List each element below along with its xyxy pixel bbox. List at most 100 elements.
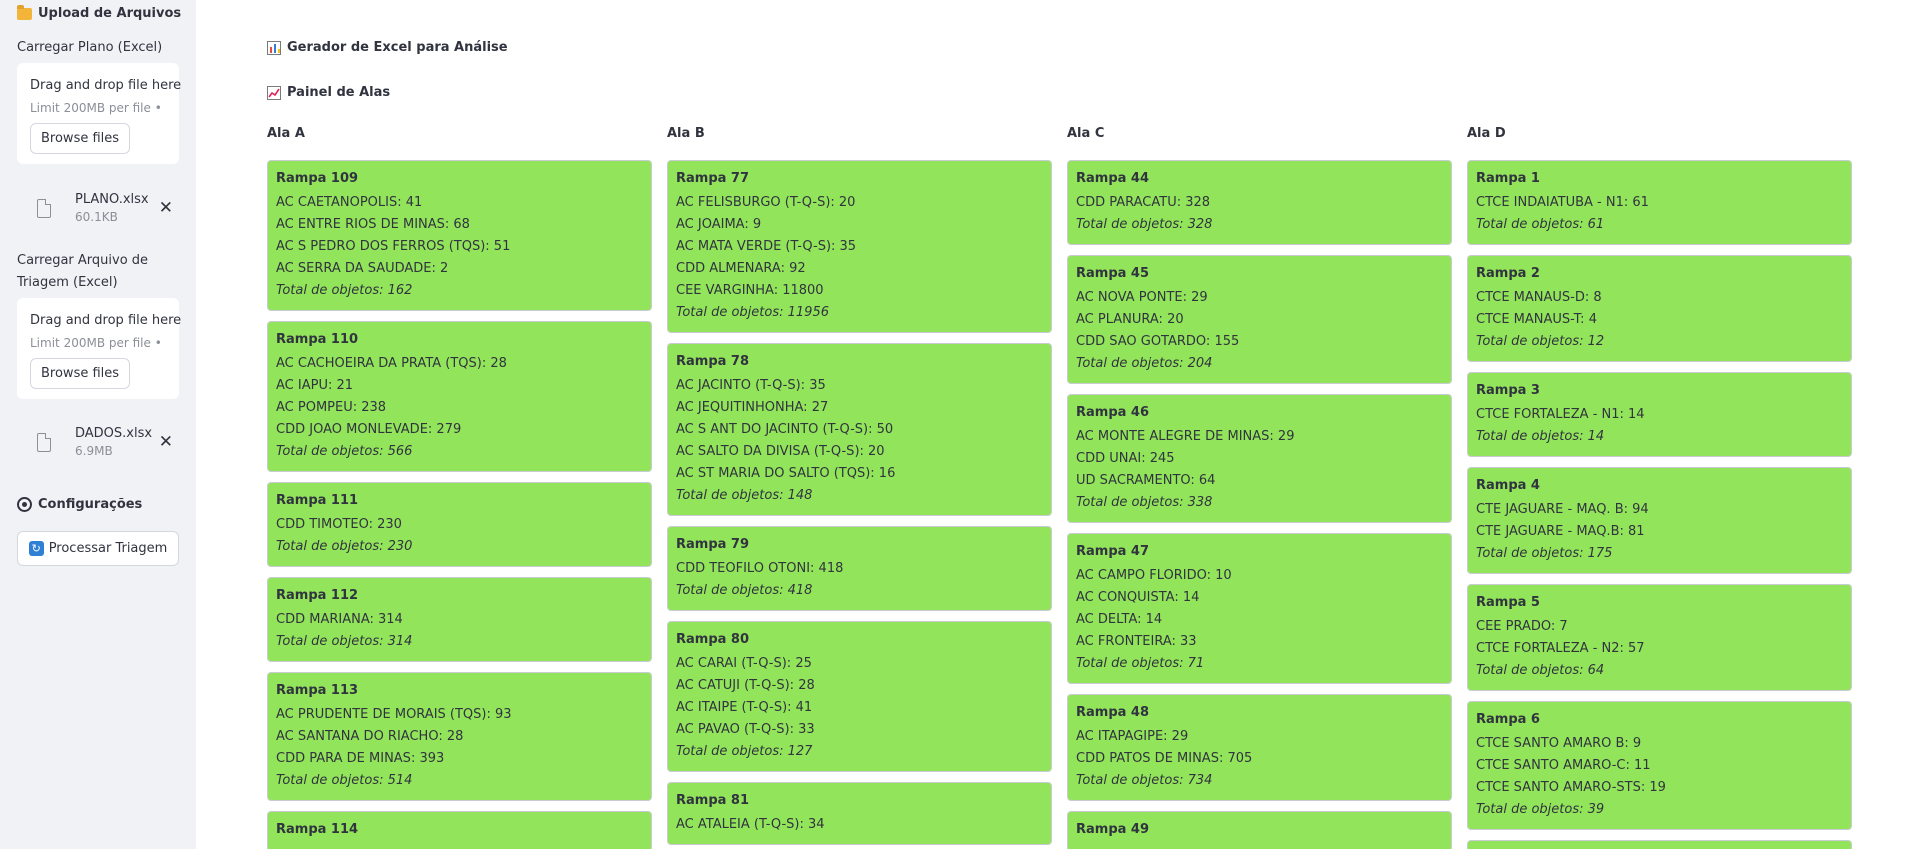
rampa-title: Rampa 111 <box>276 493 359 508</box>
rampa-line: CDD SAO GOTARDO: 155 <box>1076 334 1240 349</box>
rampa-card: Rampa 114 <box>267 811 652 849</box>
plano-dropzone[interactable]: Drag and drop file here Limit 200MB per … <box>17 63 182 164</box>
alas-columns: Ala A Rampa 109 AC CAETANOPOLIS: 41 AC ENTR… <box>267 126 1852 849</box>
rampa-total: Total de objetos: 204 <box>1076 356 1213 371</box>
rampa-title: Rampa 1 <box>1476 171 1540 186</box>
plano-label: Carregar Plano (Excel) <box>17 40 163 55</box>
rampa-line: AC JEQUITINHONHA: 27 <box>676 400 829 415</box>
ala-label: Ala C <box>1067 126 1105 141</box>
process-triagem-button[interactable]: ↻ Processar Triagem <box>17 531 179 566</box>
rampa-card: Rampa 110 AC CACHOEIRA DA PRATA (TQS): 28… <box>267 321 652 472</box>
rampa-line: CDD PATOS DE MINAS: 705 <box>1076 751 1253 766</box>
rampa-line: AC POMPEU: 238 <box>276 400 387 415</box>
rampa-line: CTCE FORTALEZA - N1: 14 <box>1476 407 1645 422</box>
triagem-dropzone[interactable]: Drag and drop file here Limit 200MB per … <box>17 298 182 399</box>
ala-label: Ala B <box>667 126 705 141</box>
rampa-line: AC SALTO DA DIVISA (T-Q-S): 20 <box>676 444 885 459</box>
rampa-title: Rampa 112 <box>276 588 359 603</box>
config-header-label: Configurações <box>38 497 143 512</box>
rampa-line: CTCE SANTO AMARO B: 9 <box>1476 736 1642 751</box>
rampa-card: Rampa 113 AC PRUDENTE DE MORAIS (TQS): 93… <box>267 672 652 801</box>
rampa-card: Rampa 6 CTCE SANTO AMARO B: 9 CTCE SANTO A… <box>1467 701 1852 830</box>
ala-column: Ala B Rampa 77 AC FELISBURGO (T-Q-S): 20 AC… <box>667 126 1052 849</box>
rampa-total: Total de objetos: 127 <box>676 744 813 759</box>
rampa-line: AC CACHOEIRA DA PRATA (TQS): 28 <box>276 356 507 371</box>
rampa-card: Rampa 45 AC NOVA PONTE: 29 AC PLANURA: 20 C… <box>1067 255 1452 384</box>
dropzone-limit: Limit 200MB per file • XLSX <box>30 336 166 350</box>
rampa-title: Rampa 79 <box>676 537 750 552</box>
rampa-title: Rampa 4 <box>1476 478 1540 493</box>
upload-header: Upload de Arquivos <box>17 4 182 21</box>
rampa-total: Total de objetos: 71 <box>1076 656 1205 671</box>
rampa-card: Rampa 112 CDD MARIANA: 314 Total de objeto… <box>267 577 652 662</box>
rampa-title: Rampa 5 <box>1476 595 1540 610</box>
rampa-total: Total de objetos: 162 <box>276 283 413 298</box>
rampa-total: Total de objetos: 514 <box>276 773 413 788</box>
rampa-line: AC NOVA PONTE: 29 <box>1076 290 1208 305</box>
file-icon <box>37 198 51 218</box>
rampa-total: Total de objetos: 148 <box>676 488 813 503</box>
upload-header-label: Upload de Arquivos <box>38 6 182 21</box>
rampa-card: Rampa 3 CTCE FORTALEZA - N1: 14 Total de o… <box>1467 372 1852 457</box>
config-header: Configurações <box>17 497 142 512</box>
close-icon[interactable]: ✕ <box>159 432 173 452</box>
rampa-line: AC ATALEIA (T-Q-S): 34 <box>676 817 825 832</box>
rampa-title: Rampa 81 <box>676 793 750 808</box>
rampa-line: CTCE MANAUS-T: 4 <box>1476 312 1597 327</box>
rampa-line: AC JOAIMA: 9 <box>676 217 762 232</box>
rampa-total: Total de objetos: 12 <box>1476 334 1605 349</box>
rampa-line: AC ITAPAGIPE: 29 <box>1076 729 1189 744</box>
rampa-card: Rampa 109 AC CAETANOPOLIS: 41 AC ENTRE RIO… <box>267 160 652 311</box>
rampa-line: CTCE FORTALEZA - N2: 57 <box>1476 641 1645 656</box>
uploaded-file-row: PLANO.xlsx 60.1KB ✕ <box>17 188 179 228</box>
rampa-line: UD SACRAMENTO: 64 <box>1076 473 1216 488</box>
rampa-total: Total de objetos: 338 <box>1076 495 1213 510</box>
rampa-total: Total de objetos: 566 <box>276 444 413 459</box>
trend-chart-icon <box>267 85 281 100</box>
rampa-line: AC ITAIPE (T-Q-S): 41 <box>676 700 813 715</box>
refresh-icon: ↻ <box>28 541 44 556</box>
rampa-line: CTCE MANAUS-D: 8 <box>1476 290 1602 305</box>
rampa-line: CDD PARA DE MINAS: 393 <box>276 751 445 766</box>
rampa-card: Rampa 78 AC JACINTO (T-Q-S): 35 AC JEQUITI… <box>667 343 1052 516</box>
page-title-label: Gerador de Excel para Análise <box>287 40 508 55</box>
rampa-line: CDD TIMOTEO: 230 <box>276 517 402 532</box>
rampa-card: Rampa 5 CEE PRADO: 7 CTCE FORTALEZA - N2: … <box>1467 584 1852 691</box>
close-icon[interactable]: ✕ <box>159 198 173 218</box>
rampa-title: Rampa 49 <box>1076 822 1150 837</box>
rampa-line: CTE JAGUARE - MAQ. B: 94 <box>1476 502 1649 517</box>
rampa-card: Rampa 1 CTCE INDAIATUBA - N1: 61 Total de … <box>1467 160 1852 245</box>
rampa-title: Rampa 6 <box>1476 712 1540 727</box>
rampa-line: AC FRONTEIRA: 33 <box>1076 634 1197 649</box>
file-size: 6.9MB <box>75 444 113 458</box>
rampa-total: Total de objetos: 230 <box>276 539 413 554</box>
panel-title-label: Painel de Alas <box>287 85 391 100</box>
rampa-card: Rampa 80 AC CARAI (T-Q-S): 25 AC CATUJI (T… <box>667 621 1052 772</box>
folder-icon <box>17 4 32 20</box>
rampa-total: Total de objetos: 64 <box>1476 663 1605 678</box>
rampa-card: Rampa 79 CDD TEOFILO OTONI: 418 Total de o… <box>667 526 1052 611</box>
rampa-total: Total de objetos: 39 <box>1476 802 1605 817</box>
rampa-total: Total de objetos: 14 <box>1476 429 1605 444</box>
rampa-total: Total de objetos: 175 <box>1476 546 1613 561</box>
bar-chart-icon <box>267 40 281 55</box>
rampa-line: AC CAETANOPOLIS: 41 <box>276 195 423 210</box>
rampa-line: CTCE SANTO AMARO-C: 11 <box>1476 758 1651 773</box>
rampa-line: AC S ANT DO JACINTO (T-Q-S): 50 <box>676 422 894 437</box>
rampa-line: CTCE SANTO AMARO-STS: 19 <box>1476 780 1666 795</box>
rampa-title: Rampa 48 <box>1076 705 1150 720</box>
rampa-line: AC FELISBURGO (T-Q-S): 20 <box>676 195 856 210</box>
page-title: Gerador de Excel para Análise <box>267 40 508 55</box>
dropzone-title: Drag and drop file here <box>30 313 182 328</box>
rampa-line: CDD UNAI: 245 <box>1076 451 1175 466</box>
sidebar: Upload de Arquivos Carregar Plano (Excel… <box>0 0 196 849</box>
rampa-line: CDD PARACATU: 328 <box>1076 195 1211 210</box>
rampa-title: Rampa 113 <box>276 683 359 698</box>
ala-column: Ala C Rampa 44 CDD PARACATU: 328 Total de o… <box>1067 126 1452 849</box>
browse-files-button[interactable]: Browse files <box>30 123 131 154</box>
browse-files-button[interactable]: Browse files <box>30 358 131 389</box>
rampa-total: Total de objetos: 418 <box>676 583 813 598</box>
dropzone-title: Drag and drop file here <box>30 78 182 93</box>
ala-column: Ala D Rampa 1 CTCE INDAIATUBA - N1: 61 Tota… <box>1467 126 1852 849</box>
rampa-line: AC ENTRE RIOS DE MINAS: 68 <box>276 217 470 232</box>
